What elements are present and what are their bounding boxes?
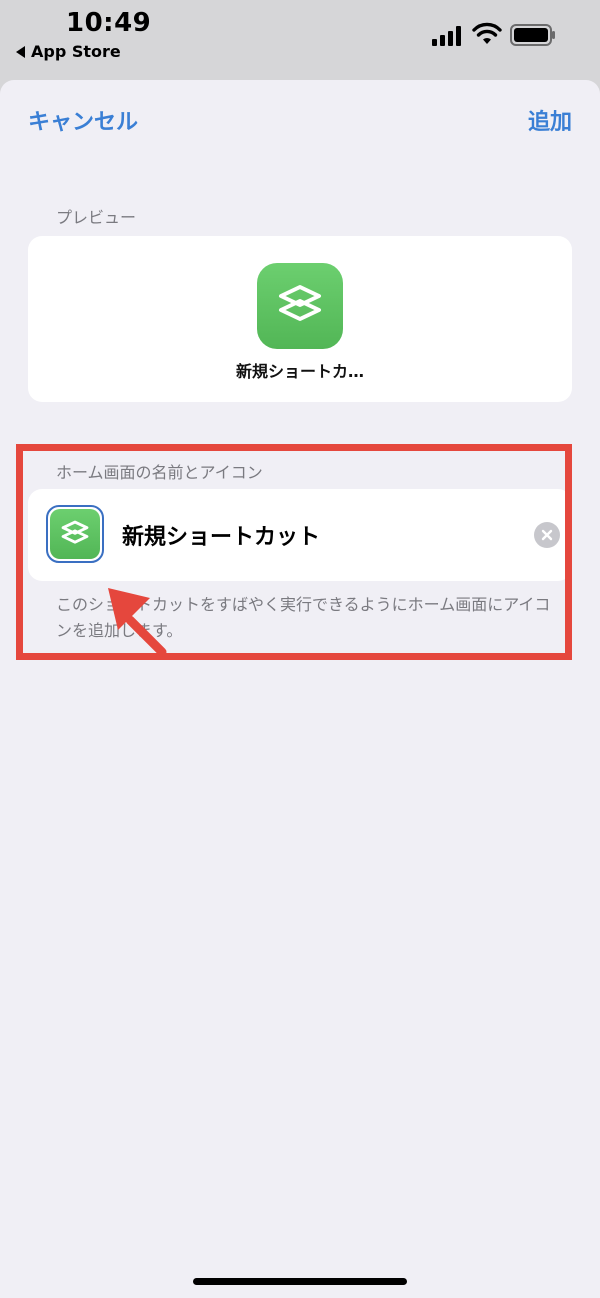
- status-bar: 10:49 App Store: [0, 0, 600, 78]
- back-app-label: App Store: [31, 42, 121, 61]
- back-triangle-icon: [16, 45, 25, 58]
- battery-icon: [510, 24, 555, 46]
- cancel-button[interactable]: キャンセル: [28, 104, 138, 136]
- wifi-icon: [472, 22, 502, 44]
- screen: 10:49 App Store キャンセル 追加 プレビュー 新規ショートカ… …: [0, 0, 600, 1298]
- shortcuts-glyph-icon: [279, 285, 321, 321]
- add-to-home-sheet: キャンセル 追加 プレビュー 新規ショートカ… ホーム画面の名前とアイコン 新規…: [0, 80, 600, 1298]
- home-indicator[interactable]: [193, 1278, 407, 1285]
- annotation-arrow-icon: [108, 588, 167, 657]
- back-to-app-store[interactable]: App Store: [16, 42, 121, 61]
- preview-section-label: プレビュー: [56, 208, 137, 227]
- preview-card: 新規ショートカ…: [28, 236, 572, 402]
- status-time: 10:49: [66, 8, 152, 38]
- cellular-signal-icon: [432, 26, 461, 46]
- shortcuts-icon: [257, 263, 343, 349]
- add-button[interactable]: 追加: [528, 104, 572, 136]
- preview-app-name: 新規ショートカ…: [235, 362, 364, 381]
